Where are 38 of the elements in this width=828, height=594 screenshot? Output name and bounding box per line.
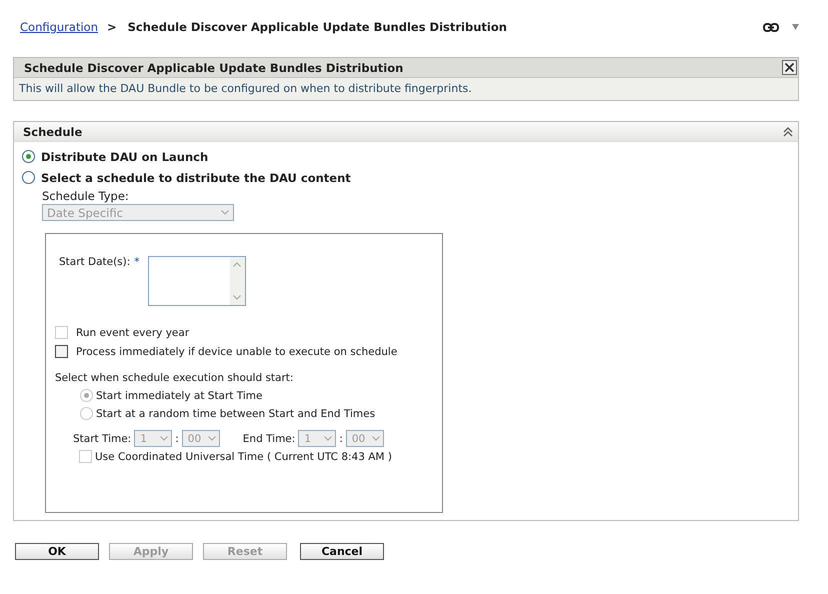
dialog-button[interactable]: OK (15, 543, 99, 560)
checkbox-label: Run event every year (76, 326, 190, 338)
radio-label: Start immediately at Start Time (96, 390, 262, 402)
dropdown-caret-icon[interactable] (792, 24, 799, 30)
field-label: Schedule Type: (42, 189, 130, 203)
checkbox[interactable] (55, 345, 68, 358)
required-mark: * (134, 256, 140, 268)
hour-dropdown[interactable]: 1 (134, 430, 172, 447)
radio-label: Select a schedule to distribute the DAU content (41, 170, 351, 184)
start-dates-list[interactable] (148, 256, 246, 306)
panel-title: Schedule (23, 124, 82, 138)
collapse-icon[interactable] (783, 126, 793, 136)
minute-dropdown[interactable]: 00 (182, 430, 220, 447)
breadcrumb-link[interactable]: Configuration (20, 20, 98, 34)
scroll-down-icon[interactable] (233, 295, 242, 300)
hour-dropdown[interactable]: 1 (298, 430, 336, 447)
field-label: Start Time: (73, 432, 132, 444)
time-separator: : (175, 432, 179, 444)
panel-description: This will allow the DAU Bundle to be configured on when to distribute fingerprints. (18, 81, 473, 97)
panel-title: Schedule Discover Applicable Update Bundles Distribution (24, 60, 404, 74)
link-icon[interactable] (763, 22, 779, 32)
field-label: Select when schedule execution should start: (55, 372, 294, 384)
radio-label: Start at a random time between Start and End Times (96, 408, 376, 420)
field-label: Start Date(s): (59, 256, 130, 268)
radio-button[interactable] (22, 150, 35, 163)
time-separator: : (339, 432, 343, 444)
scroll-up-icon[interactable] (233, 262, 242, 267)
checkbox-label: Process immediately if device unable to execute on schedule (76, 346, 398, 358)
field-label: End Time: (242, 432, 296, 444)
checkbox-label: Use Coordinated Universal Time ( Current UTC 8:43 AM ) (95, 450, 392, 462)
close-icon[interactable] (782, 60, 797, 75)
scrollbar[interactable] (230, 257, 245, 305)
breadcrumb-separator: > (107, 20, 117, 34)
breadcrumb-current: Schedule Discover Applicable Update Bundles Distribution (128, 20, 507, 34)
dialog-button[interactable]: Cancel (300, 543, 384, 560)
radio-label: Distribute DAU on Launch (41, 150, 208, 164)
minute-dropdown[interactable]: 00 (346, 430, 384, 447)
radio-button[interactable] (22, 171, 35, 184)
